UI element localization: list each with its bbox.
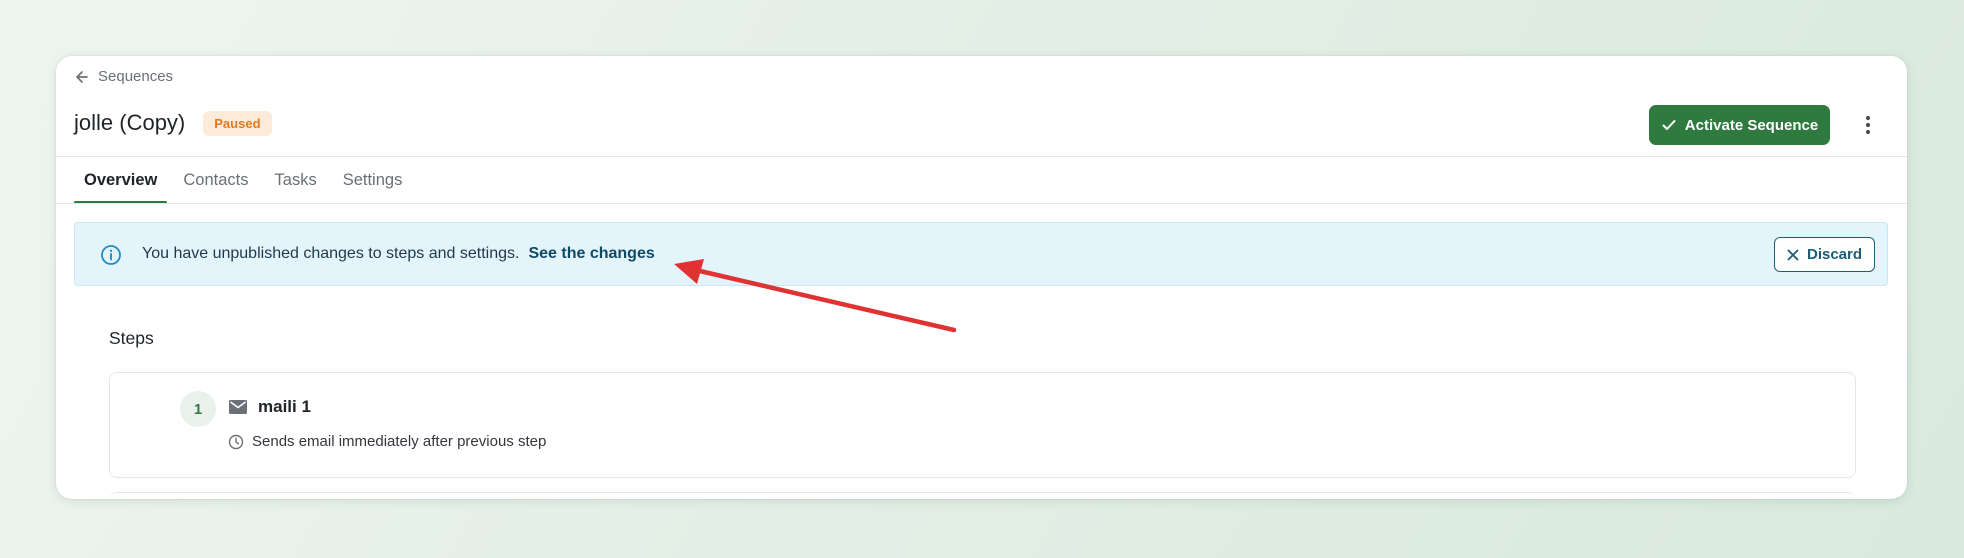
tab-settings-label: Settings <box>342 170 403 189</box>
tab-contacts[interactable]: Contacts <box>173 157 258 203</box>
activate-sequence-button[interactable]: Activate Sequence <box>1649 105 1830 145</box>
discard-button[interactable]: Discard <box>1774 237 1875 272</box>
sequence-panel: Sequences jolle (Copy) Paused Activate S… <box>56 56 1907 499</box>
tab-contacts-label: Contacts <box>183 170 249 189</box>
activate-sequence-label: Activate Sequence <box>1684 116 1819 134</box>
tabs-divider <box>56 203 1907 204</box>
step-timing-text: Sends email immediately after previous s… <box>252 433 547 450</box>
status-badge: Paused <box>203 110 272 136</box>
close-icon <box>1787 249 1799 260</box>
see-changes-link[interactable]: See the changes <box>528 245 654 263</box>
next-step-card-edge <box>109 492 1856 499</box>
breadcrumb-label: Sequences <box>98 68 174 85</box>
step-title-row: maili 1 <box>228 397 311 417</box>
step-number-badge: 1 <box>180 391 216 427</box>
more-options-button[interactable] <box>1854 111 1882 139</box>
banner-text: You have unpublished changes to steps an… <box>142 245 655 263</box>
info-icon <box>101 245 121 265</box>
title-row: jolle (Copy) Paused <box>74 110 272 136</box>
clock-icon <box>228 434 244 449</box>
tab-bar: Overview Contacts Tasks Settings <box>74 157 418 204</box>
more-vertical-icon <box>1865 115 1871 135</box>
mail-icon <box>229 400 247 414</box>
tab-settings[interactable]: Settings <box>333 157 413 203</box>
arrow-left-icon <box>76 70 88 83</box>
page-title: jolle (Copy) <box>74 110 186 135</box>
banner-message: You have unpublished changes to steps an… <box>142 245 520 262</box>
step-title: maili 1 <box>258 397 311 416</box>
unpublished-changes-banner: You have unpublished changes to steps an… <box>74 222 1888 286</box>
tab-tasks[interactable]: Tasks <box>265 157 327 203</box>
check-icon <box>1662 120 1676 130</box>
tab-overview[interactable]: Overview <box>74 157 168 204</box>
breadcrumb-back-link[interactable]: Sequences <box>74 68 173 85</box>
step-card[interactable] <box>109 372 1856 478</box>
step-timing-row: Sends email immediately after previous s… <box>228 433 546 450</box>
steps-heading: Steps <box>109 328 154 348</box>
tab-tasks-label: Tasks <box>274 170 317 189</box>
tab-overview-label: Overview <box>84 170 158 189</box>
discard-label: Discard <box>1806 246 1863 263</box>
